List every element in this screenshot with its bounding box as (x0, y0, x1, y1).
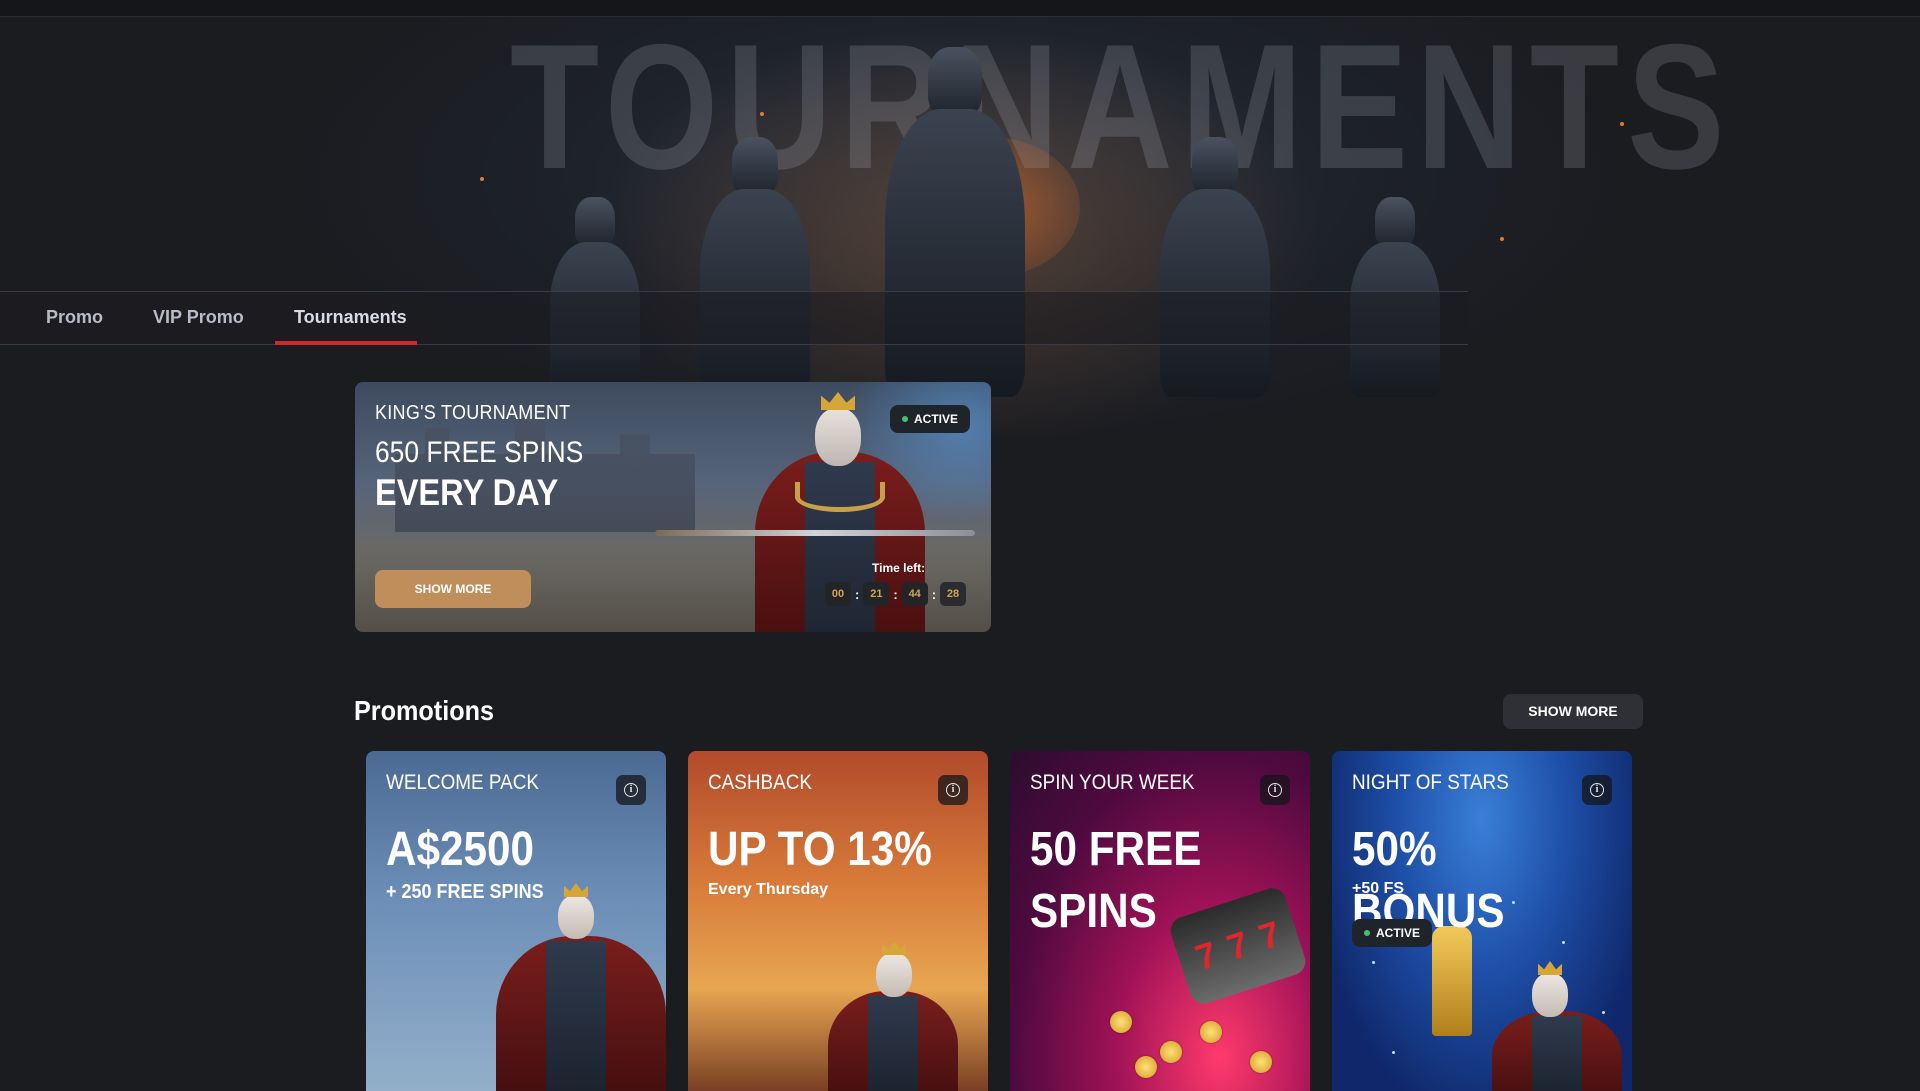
ember (1500, 237, 1504, 241)
info-button[interactable]: i (1582, 775, 1612, 805)
coin (1200, 1021, 1222, 1043)
tournament-show-more-button[interactable]: SHOW MORE (375, 570, 531, 608)
ember (760, 112, 764, 116)
info-button[interactable]: i (938, 775, 968, 805)
ember (480, 177, 484, 181)
tab-vip-promo[interactable]: VIP Promo (153, 292, 244, 345)
hero-banner: TOURNAMENTS (0, 17, 1920, 437)
tournament-title: KING'S TOURNAMENT (375, 402, 571, 424)
timer-separator: : (893, 586, 898, 602)
star (1372, 961, 1375, 964)
tab-tournaments[interactable]: Tournaments (294, 292, 407, 345)
promo-title: NIGHT OF STARS (1352, 771, 1509, 794)
tab-promo[interactable]: Promo (46, 292, 103, 345)
tournament-card[interactable]: KING'S TOURNAMENT 650 FREE SPINS EVERY D… (355, 382, 991, 632)
tournament-subtitle: 650 FREE SPINS (375, 436, 584, 469)
promo-card-welcome-pack[interactable]: WELCOME PACK i A$2500 + 250 FREE SPINS (366, 751, 666, 1091)
status-dot-icon (902, 416, 908, 422)
timer-hours: 21 (863, 582, 890, 606)
info-icon: i (946, 783, 960, 797)
info-button[interactable]: i (1260, 775, 1290, 805)
time-left-label: Time left: (872, 561, 926, 575)
promo-title: CASHBACK (708, 771, 812, 794)
king-illustration (818, 941, 978, 1091)
info-icon: i (1268, 783, 1282, 797)
knight-figure (690, 137, 820, 397)
promo-card-night-of-stars[interactable]: NIGHT OF STARS i 50% BONUS +50 FS ACTIVE (1332, 751, 1632, 1091)
timer-minutes: 44 (901, 582, 928, 606)
coin (1250, 1051, 1272, 1073)
promotions-heading: Promotions (354, 695, 495, 726)
king-illustration (486, 881, 666, 1091)
coin (1135, 1056, 1157, 1078)
coin (1160, 1041, 1182, 1063)
sword-illustration (655, 530, 975, 536)
info-icon: i (1590, 783, 1604, 797)
promo-title: WELCOME PACK (386, 771, 539, 794)
info-icon: i (624, 783, 638, 797)
slot-machine-illustration: 777 (1167, 884, 1309, 1008)
star (1392, 1051, 1395, 1054)
status-dot-icon (1364, 930, 1370, 936)
tournament-headline: EVERY DAY (375, 472, 559, 513)
knight-figure (1150, 137, 1280, 397)
info-button[interactable]: i (616, 775, 646, 805)
countdown-timer: 00 : 21 : 44 : 28 (825, 582, 967, 606)
status-label: ACTIVE (914, 412, 959, 426)
promo-extra: Every Thursday (708, 881, 829, 898)
promo-card-spin-your-week[interactable]: 777 SPIN YOUR WEEK i 50 FREE SPINS (1010, 751, 1310, 1091)
promotions-show-more-button[interactable]: SHOW MORE (1503, 694, 1643, 729)
promo-title: SPIN YOUR WEEK (1030, 771, 1195, 794)
status-badge: ACTIVE (890, 405, 971, 433)
timer-separator: : (931, 586, 937, 602)
status-badge: ACTIVE (1352, 919, 1433, 947)
coin (1110, 1011, 1132, 1033)
timer-separator: : (855, 586, 860, 602)
promo-value-line-1: 50 FREE (1030, 823, 1202, 876)
promo-card-cashback[interactable]: CASHBACK i UP TO 13% Every Thursday (688, 751, 988, 1091)
king-illustration (1482, 961, 1632, 1091)
promo-extra: + 250 FREE SPINS (386, 881, 544, 903)
promo-extra: +50 FS (1352, 880, 1405, 897)
ember (1620, 122, 1624, 126)
promo-value-line-2: SPINS (1030, 885, 1157, 938)
top-bar (0, 0, 1920, 17)
promo-value: UP TO 13% (708, 823, 932, 876)
active-tab-indicator (275, 341, 417, 345)
status-label: ACTIVE (1376, 926, 1421, 940)
timer-seconds: 28 (940, 582, 967, 606)
timer-days: 00 (825, 582, 851, 606)
promo-tabs: Promo VIP Promo Tournaments (0, 291, 1468, 345)
promo-value: A$2500 (386, 823, 534, 876)
